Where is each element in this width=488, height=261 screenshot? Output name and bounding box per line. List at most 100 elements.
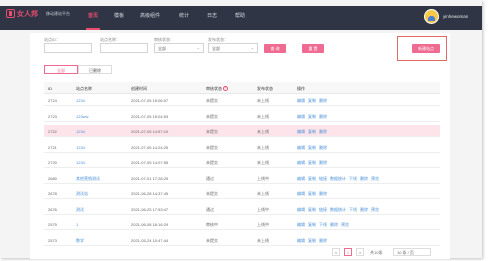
col-id: ID (48, 86, 52, 91)
row-actions: 编辑 复制 下线 删除 预览 (297, 222, 352, 228)
cell-site-name[interactable]: 1234 (76, 129, 85, 134)
row-actions: 编辑 复制 删除 (297, 238, 330, 244)
nav-help[interactable]: 帮助 (235, 12, 245, 19)
row-action-link[interactable]: 复制 (308, 145, 316, 150)
next-page-button[interactable]: > (356, 248, 364, 256)
cell-site-name[interactable]: 1234 (76, 98, 85, 103)
row-action-link[interactable]: 链接 (319, 207, 327, 212)
row-action-link[interactable]: 删除 (319, 98, 327, 103)
query-button[interactable]: 查 询 (264, 44, 286, 53)
help-icon[interactable]: ? (223, 86, 228, 92)
row-action-link[interactable]: 复制 (308, 160, 316, 165)
row-action-link[interactable]: 编辑 (297, 238, 305, 243)
table-row (44, 141, 440, 153)
chevron-down-icon: ⌄ (196, 45, 200, 50)
row-action-link[interactable]: 预览 (341, 222, 349, 227)
cell-site-name[interactable]: 1234 (76, 160, 85, 165)
reset-button[interactable]: 重 置 (302, 44, 324, 53)
row-action-link[interactable]: 预览 (371, 176, 379, 181)
audit-status-select[interactable]: 全部 ⌄ (154, 43, 204, 53)
page-1-button[interactable]: 1 (344, 248, 352, 256)
tab-all[interactable]: 全部 (44, 65, 78, 74)
table-row (44, 156, 440, 168)
nav-templates[interactable]: 模板 (114, 12, 124, 19)
cell-site-name[interactable]: 数学 (76, 238, 84, 244)
row-action-link[interactable]: 编辑 (297, 222, 305, 227)
row-action-link[interactable]: 预览 (371, 207, 379, 212)
cell-release-status: 未上线 (257, 113, 269, 119)
nav-home[interactable]: 首页 (88, 12, 98, 19)
row-actions: 编辑 复制 链接 数据统计 下线 删除 预览 (297, 207, 382, 213)
row-action-link[interactable]: 复制 (308, 207, 316, 212)
nav-active-indicator (86, 28, 100, 30)
row-actions: 编辑 复制 删除 (297, 160, 330, 166)
cell-created-time: 2021-07-05 15:04:53 (131, 113, 169, 119)
row-action-link[interactable]: 复制 (308, 98, 316, 103)
row-action-link[interactable]: 复制 (308, 114, 316, 119)
row-action-link[interactable]: 删除 (319, 160, 327, 165)
site-name-input[interactable] (100, 43, 148, 53)
row-action-link[interactable]: 编辑 (297, 176, 305, 181)
nav-advanced-components[interactable]: 高级组件 (140, 12, 160, 19)
prev-page-button[interactable]: < (332, 248, 340, 256)
row-action-link[interactable]: 删除 (360, 176, 368, 181)
table-row (44, 94, 440, 106)
nav-logs[interactable]: 日志 (207, 12, 217, 19)
row-action-link[interactable]: 编辑 (297, 145, 305, 150)
row-action-link[interactable]: 编辑 (297, 207, 305, 212)
cell-created-time: 2021-07-05 14:07:55 (131, 160, 169, 165)
row-action-link[interactable]: 编辑 (297, 129, 305, 134)
tab-deleted[interactable]: 已删除 (78, 65, 112, 74)
nav-statistics[interactable]: 统计 (179, 12, 189, 19)
row-action-link[interactable]: 删除 (319, 114, 327, 119)
cell-release-status: 上线中 (257, 175, 269, 181)
logo-icon (6, 9, 15, 18)
row-actions: 编辑 复制 删除 (297, 129, 330, 135)
cell-id: 2575 (48, 222, 57, 227)
row-action-link[interactable]: 删除 (319, 238, 327, 243)
row-action-link[interactable]: 下线 (349, 176, 357, 181)
row-action-link[interactable]: 删除 (319, 191, 327, 196)
user-avatar[interactable] (424, 9, 439, 24)
row-action-link[interactable]: 复制 (308, 176, 316, 181)
cell-audit-status: 未提交 (206, 113, 218, 119)
row-action-link[interactable]: 删除 (319, 145, 327, 150)
cell-created-time: 2021-07-01 17:28:25 (131, 175, 169, 181)
cell-id: 2723 (48, 113, 57, 119)
new-site-button[interactable]: 新建站点 (412, 44, 440, 53)
cell-audit-status: 未提交 (206, 129, 218, 134)
cell-id: 2721 (48, 144, 57, 150)
table-row (44, 187, 440, 199)
row-action-link[interactable]: 数据统计 (330, 176, 346, 181)
col-release-status: 发布状态 (257, 86, 273, 91)
cell-created-time: 2021-07-05 14:24:25 (131, 144, 169, 150)
row-action-link[interactable]: 下线 (319, 222, 327, 227)
page-size-select[interactable]: 10 条 / 页 (393, 248, 431, 256)
row-action-link[interactable]: 复制 (308, 129, 316, 134)
row-action-link[interactable]: 删除 (319, 129, 327, 134)
cell-site-name[interactable]: 1 (76, 222, 78, 227)
cell-site-name[interactable]: 测试站 (76, 191, 88, 197)
cell-site-name[interactable]: 1234 (76, 145, 85, 150)
release-status-select[interactable]: 全部 ⌄ (208, 43, 258, 53)
row-action-link[interactable]: 复制 (308, 222, 316, 227)
col-created-time: 创建时间 (131, 86, 147, 91)
row-action-link[interactable]: 链接 (319, 176, 327, 181)
row-action-link[interactable]: 复制 (308, 191, 316, 196)
site-id-input[interactable] (44, 43, 92, 53)
audit-status-value: 全部 (158, 46, 166, 51)
row-action-link[interactable]: 编辑 (297, 98, 305, 103)
row-action-link[interactable]: 编辑 (297, 114, 305, 119)
row-action-link[interactable]: 复制 (308, 238, 316, 243)
cell-site-name[interactable]: 测试 (76, 207, 84, 213)
row-action-link[interactable]: 数据统计 (330, 207, 346, 212)
brand-name: 女人邦 (17, 11, 38, 18)
row-action-link[interactable]: 删除 (330, 222, 338, 227)
cell-site-name[interactable]: 其他营销测试 (76, 176, 100, 182)
cell-site-name[interactable]: 123ww (76, 114, 88, 119)
row-action-link[interactable]: 下线 (349, 207, 357, 212)
row-action-link[interactable]: 编辑 (297, 191, 305, 196)
row-action-link[interactable]: 删除 (360, 207, 368, 212)
username[interactable]: yinhewoman (443, 14, 468, 19)
row-action-link[interactable]: 编辑 (297, 160, 305, 165)
